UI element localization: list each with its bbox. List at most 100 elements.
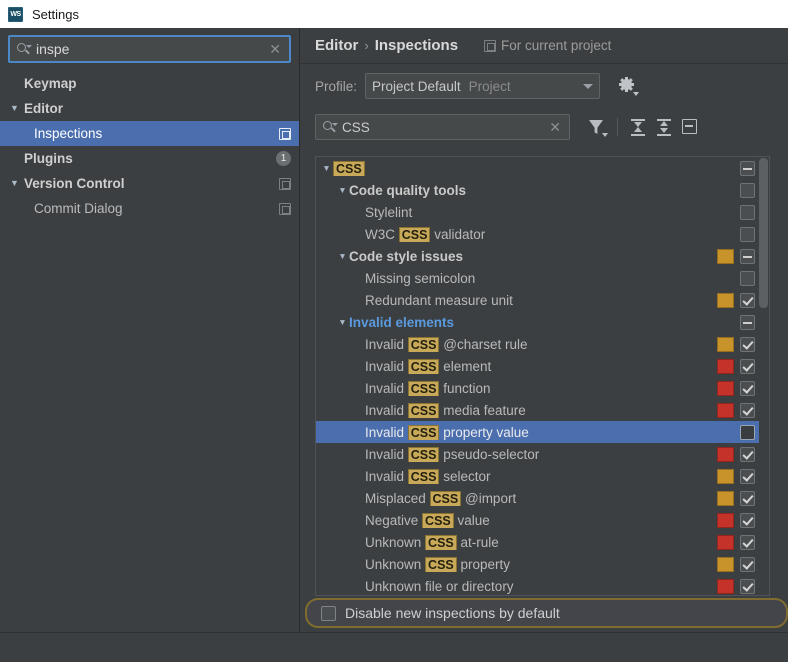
sidebar-item-version-control[interactable]: ▼ Version Control xyxy=(0,171,299,196)
severity-swatch[interactable] xyxy=(717,468,734,484)
severity-swatch[interactable] xyxy=(717,380,734,396)
tree-scrollbar[interactable] xyxy=(759,158,768,595)
inspection-enabled-checkbox[interactable] xyxy=(740,314,755,330)
chevron-down-icon[interactable]: ▼ xyxy=(336,251,349,261)
inspection-enabled-checkbox[interactable] xyxy=(740,270,755,286)
close-icon[interactable]: ✕ xyxy=(267,42,283,56)
profile-settings-gear-button[interactable] xyxy=(616,75,640,97)
close-icon[interactable]: ✕ xyxy=(547,120,563,134)
disable-new-inspections-label: Disable new inspections by default xyxy=(345,605,560,621)
inspection-enabled-checkbox[interactable] xyxy=(740,292,755,308)
inspection-enabled-checkbox[interactable] xyxy=(740,490,755,506)
tree-row[interactable]: Invalid CSS pseudo-selector xyxy=(316,443,759,465)
inspection-enabled-checkbox[interactable] xyxy=(740,446,755,462)
severity-swatch[interactable] xyxy=(717,512,734,528)
tree-row-label: Invalid CSS function xyxy=(365,380,491,396)
severity-swatch xyxy=(717,315,734,330)
tree-row[interactable]: Invalid CSS selector xyxy=(316,465,759,487)
tree-row[interactable]: Misplaced CSS @import xyxy=(316,487,759,509)
tree-scrollbar-thumb[interactable] xyxy=(759,158,768,308)
project-scope-icon xyxy=(279,127,291,140)
breadcrumb-parent[interactable]: Editor xyxy=(315,37,358,54)
tree-row[interactable]: Unknown CSS property xyxy=(316,553,759,575)
toolbar-divider xyxy=(617,118,618,136)
tree-row-label: Invalid CSS property value xyxy=(365,424,529,440)
inspection-enabled-checkbox[interactable] xyxy=(740,556,755,572)
inspection-enabled-checkbox[interactable] xyxy=(740,204,755,220)
search-match-highlight: CSS xyxy=(407,358,440,374)
inspection-enabled-checkbox[interactable] xyxy=(740,578,755,594)
tree-row[interactable]: Invalid CSS property value xyxy=(316,421,759,443)
search-match-highlight: CSS xyxy=(407,402,440,418)
sidebar-item-plugins[interactable]: Plugins 1 xyxy=(0,146,299,171)
expand-all-icon[interactable] xyxy=(625,114,651,140)
disable-new-inspections-band[interactable]: Disable new inspections by default xyxy=(305,598,788,628)
tree-row-label: Unknown CSS at-rule xyxy=(365,534,499,550)
sidebar-item-inspections[interactable]: Inspections xyxy=(0,121,299,146)
inspection-enabled-checkbox[interactable] xyxy=(740,358,755,374)
chevron-down-icon[interactable]: ▼ xyxy=(320,163,333,173)
tree-row-label: Invalid CSS @charset rule xyxy=(365,336,528,352)
tree-row[interactable]: ▼ Code quality tools xyxy=(316,179,759,201)
severity-swatch[interactable] xyxy=(717,292,734,308)
inspection-enabled-checkbox[interactable] xyxy=(740,226,755,242)
severity-swatch[interactable] xyxy=(717,578,734,594)
inspections-tree[interactable]: ▼ CSS ▼ Code quality tools Stylelint W3C CSS … xyxy=(315,156,770,596)
tree-row[interactable]: Invalid CSS element xyxy=(316,355,759,377)
tree-row[interactable]: Redundant measure unit xyxy=(316,289,759,311)
severity-swatch[interactable] xyxy=(717,490,734,506)
sidebar-search-input[interactable] xyxy=(32,40,268,58)
inspection-enabled-checkbox[interactable] xyxy=(740,402,755,418)
sidebar-search-field[interactable]: ✕ xyxy=(8,35,291,63)
tree-row[interactable]: Invalid CSS media feature xyxy=(316,399,759,421)
profile-dropdown[interactable]: Project Default Project xyxy=(365,73,601,99)
severity-swatch[interactable] xyxy=(717,446,734,462)
inspection-enabled-checkbox[interactable] xyxy=(740,248,755,264)
sidebar-item-editor[interactable]: ▼ Editor xyxy=(0,96,299,121)
inspection-enabled-checkbox[interactable] xyxy=(740,182,755,198)
inspection-enabled-checkbox[interactable] xyxy=(740,424,755,440)
tree-row[interactable]: Unknown CSS at-rule xyxy=(316,531,759,553)
collapse-all-icon[interactable] xyxy=(651,114,677,140)
severity-swatch[interactable] xyxy=(717,402,734,418)
inspection-search-field[interactable]: ✕ xyxy=(315,114,570,140)
tree-row[interactable]: Negative CSS value xyxy=(316,509,759,531)
show-only-enabled-icon[interactable] xyxy=(677,114,703,140)
search-match-highlight: CSS xyxy=(407,336,440,352)
tree-row[interactable]: ▼ CSS xyxy=(316,157,759,179)
inspection-enabled-checkbox[interactable] xyxy=(740,160,755,176)
tree-row[interactable]: Stylelint xyxy=(316,201,759,223)
severity-swatch[interactable] xyxy=(717,534,734,550)
inspection-enabled-checkbox[interactable] xyxy=(740,380,755,396)
sidebar-item-commit-dialog[interactable]: Commit Dialog xyxy=(0,196,299,221)
chevron-down-icon[interactable]: ▼ xyxy=(10,104,24,113)
severity-swatch[interactable] xyxy=(717,336,734,352)
tree-row[interactable]: Invalid CSS function xyxy=(316,377,759,399)
sidebar-item-keymap[interactable]: Keymap xyxy=(0,71,299,96)
inspection-enabled-checkbox[interactable] xyxy=(740,512,755,528)
inspection-search-input[interactable] xyxy=(338,118,548,136)
chevron-down-icon[interactable]: ▼ xyxy=(336,317,349,327)
chevron-down-icon[interactable]: ▼ xyxy=(10,179,24,188)
filter-funnel-icon[interactable] xyxy=(584,114,610,140)
inspection-enabled-checkbox[interactable] xyxy=(740,336,755,352)
severity-swatch[interactable] xyxy=(717,248,734,264)
chevron-down-icon[interactable]: ▼ xyxy=(336,185,349,195)
tree-row[interactable]: Invalid CSS @charset rule xyxy=(316,333,759,355)
inspection-enabled-checkbox[interactable] xyxy=(740,468,755,484)
tree-row[interactable]: Unknown file or directory xyxy=(316,575,759,595)
tree-row[interactable]: ▼ Code style issues xyxy=(316,245,759,267)
tree-row[interactable]: ▼ Invalid elements xyxy=(316,311,759,333)
disable-new-inspections-checkbox[interactable] xyxy=(321,605,336,621)
sidebar-item-label: Editor xyxy=(24,101,63,116)
inspection-enabled-checkbox[interactable] xyxy=(740,534,755,550)
severity-swatch[interactable] xyxy=(717,556,734,572)
tree-row-label: Invalid CSS media feature xyxy=(365,402,526,418)
search-match-highlight: CSS xyxy=(425,556,457,572)
breadcrumb: Editor › Inspections For current project xyxy=(301,28,788,64)
search-icon xyxy=(16,41,32,57)
tree-row[interactable]: Missing semicolon xyxy=(316,267,759,289)
search-match-highlight: CSS xyxy=(425,534,457,550)
tree-row[interactable]: W3C CSS validator xyxy=(316,223,759,245)
severity-swatch[interactable] xyxy=(717,358,734,374)
